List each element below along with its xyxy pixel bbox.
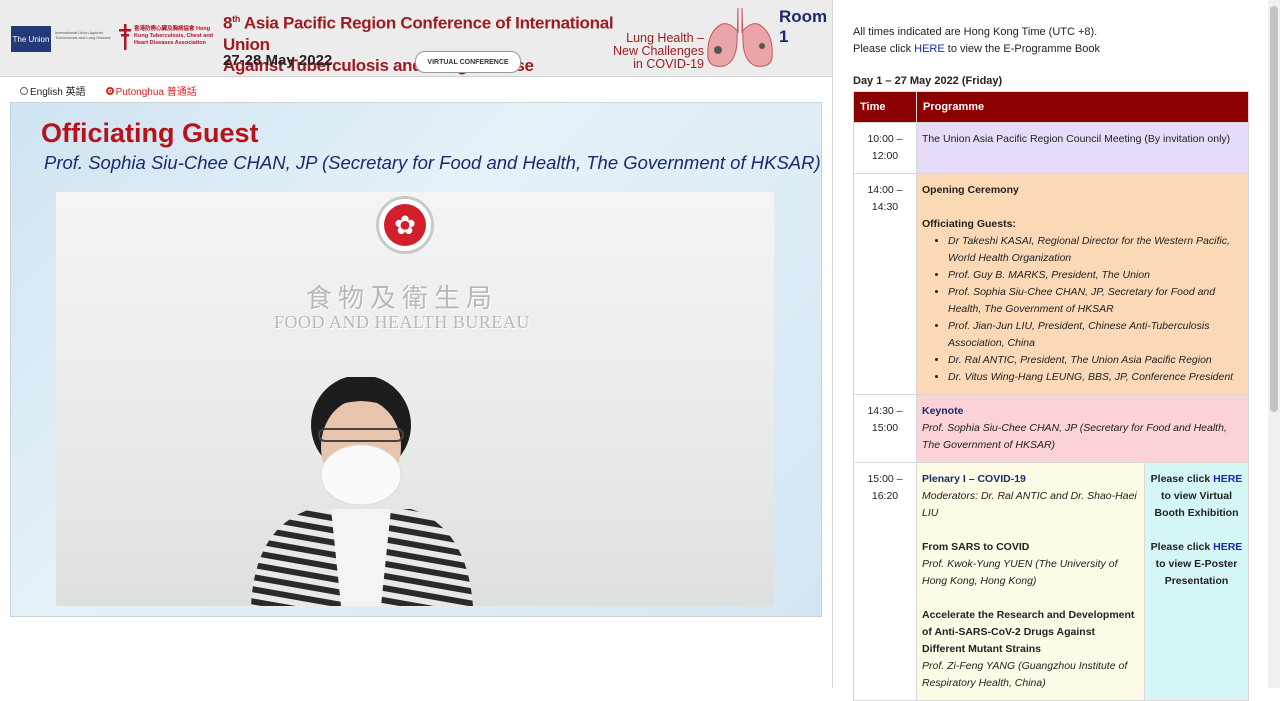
table-row: 10:00 –12:00 The Union Asia Pacific Regi… [853, 122, 1250, 174]
list-item: Prof. Jian-Jun LIU, President, Chinese A… [948, 318, 1243, 352]
table-header-row: Time Programme [853, 91, 1250, 123]
guests-label: Officiating Guests: [922, 218, 1016, 230]
time-cell: 14:30 –15:00 [853, 394, 917, 463]
eprogramme-link[interactable]: HERE [914, 43, 945, 55]
programme-cell: Opening Ceremony Officiating Guests: Dr … [915, 173, 1250, 395]
list-item: Prof. Guy B. MARKS, President, The Union [948, 267, 1243, 284]
links-cell: Please click HERE to view Virtual Booth … [1143, 462, 1250, 701]
wall-sign-english: FOOD AND HEALTH BUREAU [274, 312, 530, 332]
session-title: Opening Ceremony [922, 184, 1019, 196]
radio-icon [20, 86, 28, 95]
conference-dates: 27-28 May 2022 [223, 52, 333, 69]
union-logo-caption: International Union Against Tuberculosis… [55, 30, 111, 40]
video-pane: The Union International Union Against Tu… [0, 0, 832, 688]
schedule-table: Time Programme 10:00 –12:00 The Union As… [853, 91, 1250, 701]
virtual-booth-note: Please click HERE to view Virtual Booth … [1150, 473, 1243, 519]
eprogramme-line: Please click HERE to view the E-Programm… [853, 43, 1100, 55]
talk-speaker: Prof. Kwok-Yung YUEN (The University of … [922, 558, 1118, 587]
day-title: Day 1 – 27 May 2022 (Friday) [853, 75, 1003, 87]
programme-cell: The Union Asia Pacific Region Council Me… [915, 122, 1250, 174]
programme-cell: Plenary I – COVID-19 Moderators: Dr. Ral… [916, 462, 1145, 701]
talk-title: From SARS to COVID [922, 541, 1030, 553]
list-item: Dr. Ral ANTIC, President, The Union Asia… [948, 352, 1243, 369]
col-header-time: Time [853, 91, 917, 123]
lang-option-putonghua[interactable]: Putonghua 普通話 [105, 83, 197, 98]
programme-cell: Keynote Prof. Sophia Siu-Chee CHAN, JP (… [915, 394, 1250, 463]
lungs-icon [707, 7, 773, 67]
timezone-note: All times indicated are Hong Kong Time (… [853, 26, 1098, 38]
eposter-note: Please click HERE to view E-Poster Prese… [1150, 541, 1243, 587]
table-row: 14:30 –15:00 Keynote Prof. Sophia Siu-Ch… [853, 394, 1250, 463]
programme-info: All times indicated are Hong Kong Time (… [853, 24, 1100, 58]
virtual-booth-link[interactable]: HERE [1213, 473, 1242, 485]
double-cross-icon [119, 24, 131, 50]
lang-option-english[interactable]: English 英語 [20, 83, 86, 98]
talk-speaker: Prof. Zi-Feng YANG (Guangzhou Institute … [922, 660, 1128, 689]
time-cell: 14:00 –14:30 [853, 173, 917, 395]
language-selector: English 英語 Putonghua 普通話 [20, 83, 197, 98]
session-moderators: Moderators: Dr. Ral ANTIC and Dr. Shao-H… [922, 490, 1137, 519]
scrollbar-thumb[interactable] [1270, 6, 1278, 412]
guest-list: Dr Takeshi KASAI, Regional Director for … [922, 233, 1243, 386]
video-subheading: Prof. Sophia Siu-Chee CHAN, JP (Secretar… [44, 152, 821, 173]
time-cell: 15:00 –16:20 [853, 462, 917, 701]
eposter-link[interactable]: HERE [1213, 541, 1242, 553]
speaker-figure [251, 377, 473, 606]
conference-banner: The Union International Union Against Tu… [0, 0, 832, 77]
union-logo: The Union [11, 26, 51, 52]
table-row: 15:00 –16:20 Plenary I – COVID-19 Modera… [853, 462, 1250, 701]
list-item: Dr Takeshi KASAI, Regional Director for … [948, 233, 1243, 267]
radio-selected-icon [105, 86, 114, 95]
lang-english-label: English 英語 [30, 87, 86, 98]
session-speaker: Prof. Sophia Siu-Chee CHAN, JP (Secretar… [922, 422, 1227, 451]
hksar-emblem: ✿ [376, 196, 434, 254]
programme-pane: All times indicated are Hong Kong Time (… [833, 0, 1280, 701]
time-cell: 10:00 –12:00 [853, 122, 917, 174]
table-row: 14:00 –14:30 Opening Ceremony Officiatin… [853, 173, 1250, 395]
video-heading: Officiating Guest [41, 118, 259, 148]
bauhinia-icon: ✿ [384, 204, 426, 246]
conference-theme: Lung Health – New Challenges in COVID-19 [612, 31, 704, 71]
hk-association-logo: 香港防癆心臟及胸病協會 Hong Kong Tuberculosis, Ches… [134, 26, 214, 46]
col-header-programme: Programme [915, 91, 1250, 123]
list-item: Prof. Sophia Siu-Chee CHAN, JP, Secretar… [948, 284, 1243, 318]
virtual-conference-badge: VIRTUAL CONFERENCE [415, 51, 521, 73]
wall-sign-chinese: 食物及衛生局 [306, 283, 499, 313]
speaker-video-frame: ✿ 食物及衛生局 FOOD AND HEALTH BUREAU [56, 192, 774, 606]
session-title: Keynote [922, 405, 964, 417]
video-player[interactable]: Officiating Guest Prof. Sophia Siu-Chee … [10, 102, 822, 617]
room-label: Room 1 [779, 7, 828, 46]
session-title: Plenary I – COVID-19 [922, 473, 1026, 485]
talk-title: Accelerate the Research and Development … [922, 609, 1135, 655]
list-item: Dr. Vitus Wing-Hang LEUNG, BBS, JP, Conf… [948, 369, 1243, 386]
lang-putonghua-label: Putonghua 普通話 [115, 87, 197, 98]
